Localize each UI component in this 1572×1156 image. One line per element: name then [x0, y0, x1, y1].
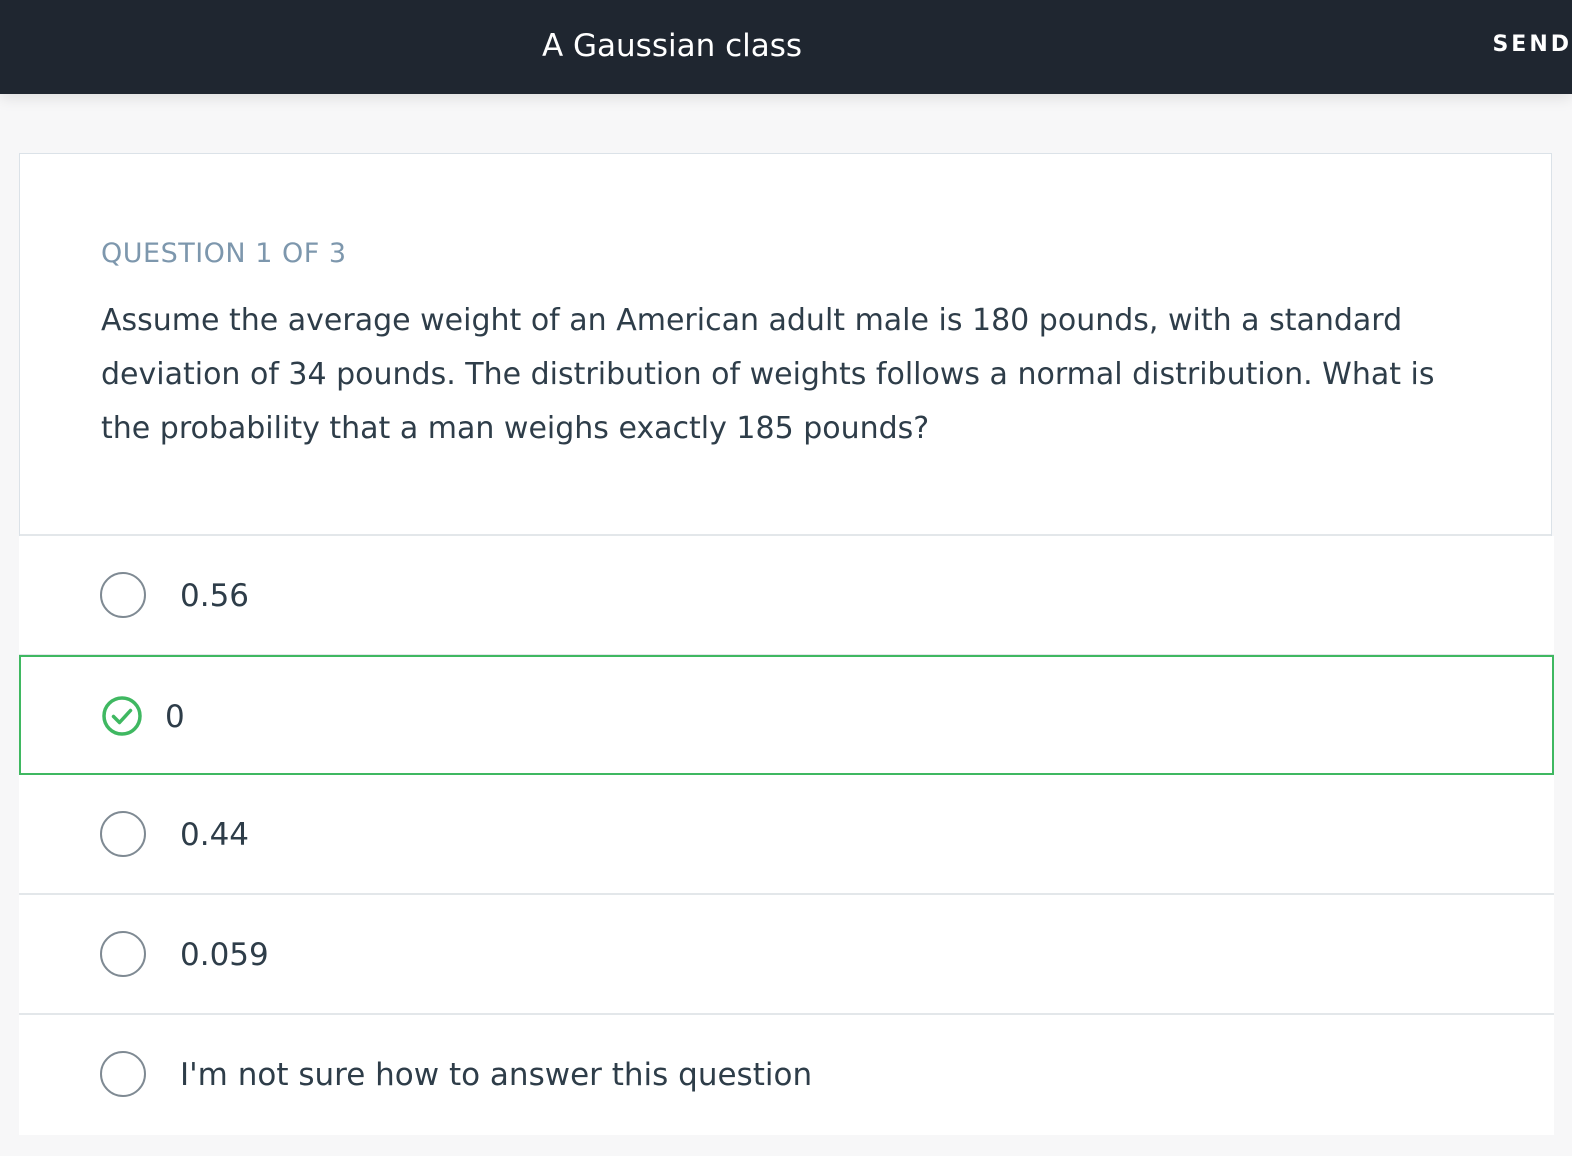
send-button[interactable]: SEND	[1492, 30, 1572, 60]
answer-option-label: 0.56	[180, 578, 250, 614]
radio-circle-icon[interactable]	[100, 811, 146, 857]
answer-option-label: 0.059	[180, 937, 269, 973]
check-circle-icon[interactable]	[101, 695, 143, 737]
answer-option-label: 0	[165, 699, 185, 735]
answer-option-label: I'm not sure how to answer this question	[180, 1057, 813, 1093]
answer-option-2[interactable]: 0	[19, 655, 1554, 775]
answer-option-1[interactable]: 0.56	[19, 536, 1554, 656]
answer-option-3[interactable]: 0.44	[19, 775, 1554, 895]
question-block: QUESTION 1 OF 3 Assume the average weigh…	[20, 154, 1551, 536]
question-text: Assume the average weight of an American…	[101, 303, 1435, 446]
radio-circle-icon[interactable]	[100, 1051, 146, 1097]
page-title: A Gaussian class	[541, 28, 803, 64]
quiz-card: QUESTION 1 OF 3 Assume the average weigh…	[19, 153, 1554, 1135]
top-bar: A Gaussian class SEND	[0, 0, 1572, 94]
radio-circle-icon[interactable]	[100, 931, 146, 977]
question-counter: QUESTION 1 OF 3	[101, 238, 347, 269]
answer-option-label: 0.44	[180, 817, 250, 853]
answer-option-5[interactable]: I'm not sure how to answer this question	[19, 1015, 1554, 1135]
radio-circle-icon[interactable]	[100, 572, 146, 618]
answer-option-4[interactable]: 0.059	[19, 895, 1554, 1015]
